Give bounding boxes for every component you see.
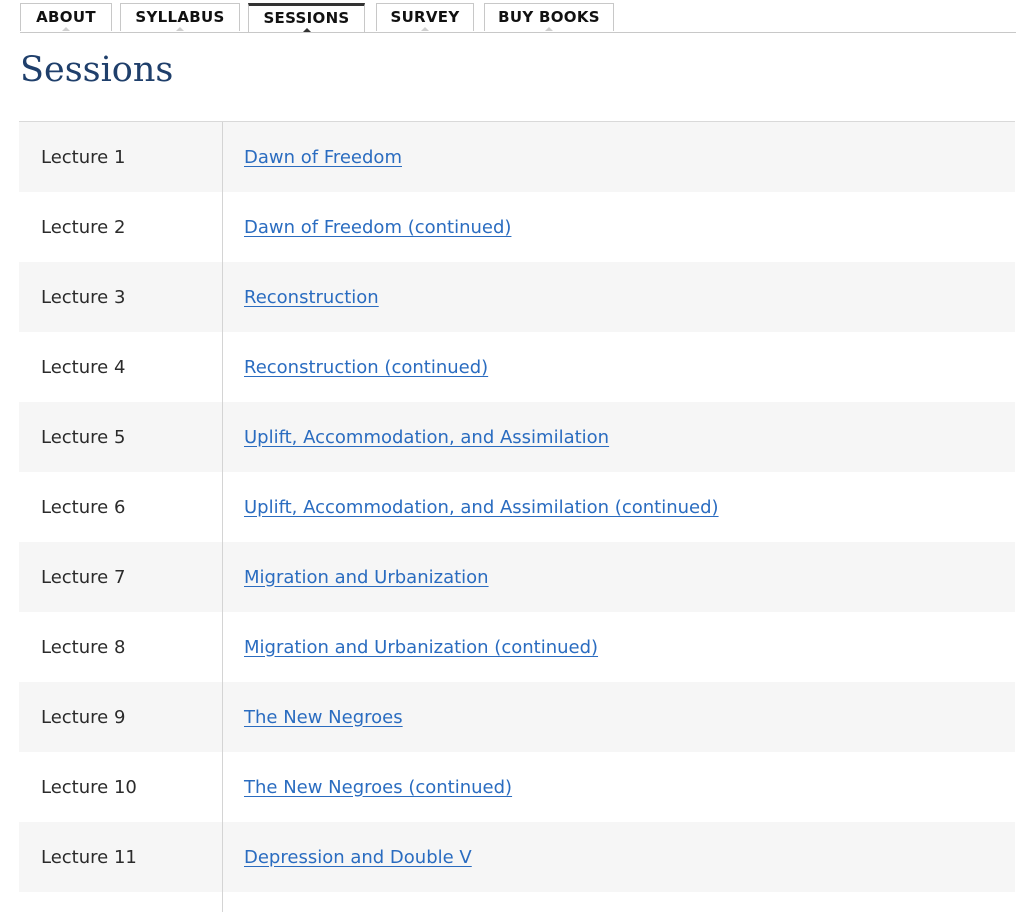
session-link[interactable]: Dawn of Freedom [244,147,402,168]
topic-cell: Uplift, Accommodation, and Assimilation … [223,472,1015,542]
topic-cell: The New Negroes (continued) [223,752,1015,822]
tab-notch-icon [62,27,70,31]
session-row: Lecture 4 Reconstruction (continued) [19,332,1015,402]
session-row: Lecture 1 Dawn of Freedom [19,122,1015,192]
lecture-number: Lecture 4 [19,332,223,402]
session-row: Lecture 7 Migration and Urbanization [19,542,1015,612]
session-link[interactable]: Uplift, Accommodation, and Assimilation [244,427,609,448]
session-row: Lecture 6 Uplift, Accommodation, and Ass… [19,472,1015,542]
page: ABOUT SYLLABUS SESSIONS SURVEY BUY BOOKS… [0,0,1024,912]
lecture-number: Lecture 1 [19,122,223,192]
topic-cell: Reconstruction (continued) [223,332,1015,402]
lecture-number: Lecture 7 [19,542,223,612]
tab-notch-icon [421,27,429,31]
lecture-number: Lecture 9 [19,682,223,752]
lecture-number: Lecture 8 [19,612,223,682]
session-link[interactable]: Dawn of Freedom (continued) [244,217,511,238]
topic-cell: Reconstruction [223,262,1015,332]
tab-notch-icon [302,28,311,32]
session-link[interactable]: Depression and Double V [244,847,472,868]
lecture-number: Lecture 6 [19,472,223,542]
topic-cell: Dawn of Freedom [223,122,1015,192]
session-row: Lecture 8 Migration and Urbanization (co… [19,612,1015,682]
session-link[interactable]: Reconstruction (continued) [244,357,488,378]
tab-notch-icon [545,27,553,31]
tab-buy-books[interactable]: BUY BOOKS [484,3,614,31]
session-row: Lecture 3 Reconstruction [19,262,1015,332]
tab-about[interactable]: ABOUT [20,3,112,31]
tab-sessions-label: SESSIONS [263,9,350,27]
topic-cell: Uplift, Accommodation, and Assimilation [223,402,1015,472]
topic-cell: Migration and Urbanization (continued) [223,612,1015,682]
session-link[interactable]: Reconstruction [244,287,379,308]
page-title: Sessions [20,50,174,90]
sessions-table: Lecture 1 Dawn of Freedom Lecture 2 Dawn… [19,121,1015,912]
lecture-number: Lecture 5 [19,402,223,472]
session-row: Lecture 9 The New Negroes [19,682,1015,752]
tab-survey[interactable]: SURVEY [376,3,474,31]
lecture-number: Lecture 3 [19,262,223,332]
tab-syllabus[interactable]: SYLLABUS [120,3,240,31]
lecture-number: Lecture 10 [19,752,223,822]
session-link[interactable]: The New Negroes (continued) [244,777,512,798]
topic-cell: Dawn of Freedom (continued) [223,192,1015,262]
tab-bar: ABOUT SYLLABUS SESSIONS SURVEY BUY BOOKS [20,0,1016,33]
table-tail [19,892,1015,912]
topic-cell: Depression and Double V [223,822,1015,892]
session-link[interactable]: Migration and Urbanization [244,567,489,588]
session-row: Lecture 5 Uplift, Accommodation, and Ass… [19,402,1015,472]
topic-cell: The New Negroes [223,682,1015,752]
lecture-number: Lecture 2 [19,192,223,262]
session-link[interactable]: Uplift, Accommodation, and Assimilation … [244,497,719,518]
tab-sessions[interactable]: SESSIONS [248,3,365,32]
tab-notch-icon [176,27,184,31]
session-row: Lecture 2 Dawn of Freedom (continued) [19,192,1015,262]
session-link[interactable]: Migration and Urbanization (continued) [244,637,598,658]
lecture-number: Lecture 11 [19,822,223,892]
session-row: Lecture 10 The New Negroes (continued) [19,752,1015,822]
topic-cell: Migration and Urbanization [223,542,1015,612]
session-row: Lecture 11 Depression and Double V [19,822,1015,892]
session-link[interactable]: The New Negroes [244,707,403,728]
column-divider [222,892,223,912]
